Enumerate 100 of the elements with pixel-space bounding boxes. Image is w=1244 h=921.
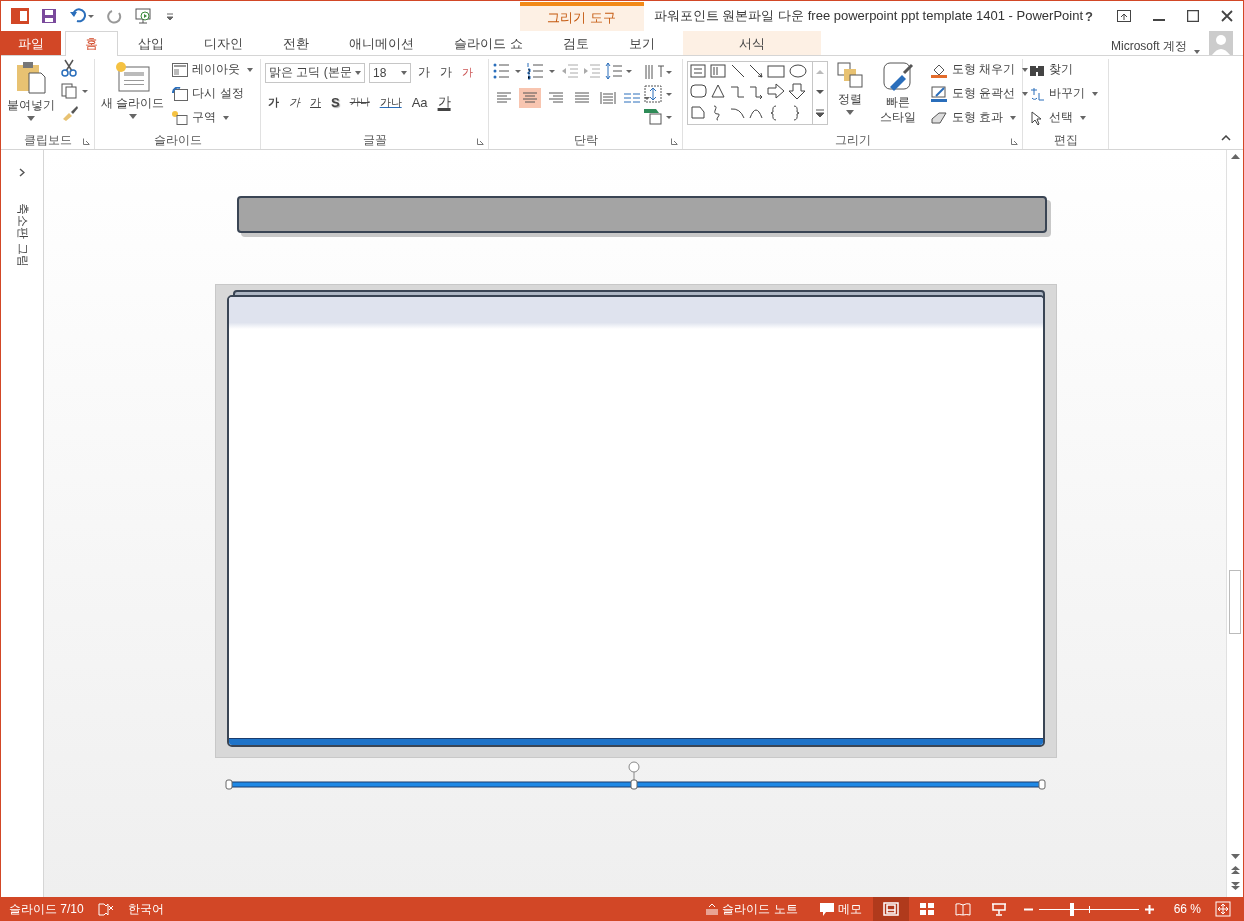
previous-slide-icon[interactable] [1230, 865, 1240, 875]
slideshow-icon[interactable] [135, 7, 153, 25]
clipboard-icon [14, 61, 48, 95]
close-icon[interactable] [1221, 10, 1233, 22]
expand-icon[interactable] [19, 168, 25, 177]
maximize-icon[interactable] [1187, 10, 1199, 22]
language-label[interactable]: 한국어 [127, 900, 164, 918]
new-slide-button[interactable]: 새 슬라이드 [99, 59, 167, 131]
ribbon-tab[interactable]: 슬라이드 쇼 [434, 31, 543, 55]
ribbon-tab[interactable]: 전환 [263, 31, 329, 55]
spell-check-icon[interactable] [97, 902, 114, 916]
layout-button[interactable]: 레이아웃 [170, 59, 256, 80]
smartart-icon[interactable] [644, 107, 674, 125]
section-button[interactable]: 구역 [170, 107, 232, 128]
arrange-icon [836, 61, 864, 89]
font-size-field[interactable]: 18 [369, 62, 411, 83]
launcher-icon[interactable] [671, 138, 678, 145]
customize-icon[interactable] [165, 11, 175, 21]
ribbon-tab[interactable]: 검토 [542, 31, 609, 55]
font-name-field[interactable]: 맑은 고딕 (본문 [265, 62, 365, 83]
ribbon-tab[interactable]: 보기 [608, 31, 675, 55]
numbering-icon[interactable] [527, 62, 557, 80]
scissors-icon[interactable] [61, 59, 77, 77]
align-text-icon[interactable] [644, 85, 674, 103]
launcher-icon[interactable] [477, 138, 484, 145]
show-view-icon [990, 902, 1007, 916]
clear-format-button[interactable]: 가 [459, 63, 476, 82]
ribbon-tab[interactable]: 애니메이션 [329, 31, 434, 55]
powerpoint-logo-icon[interactable] [11, 7, 29, 25]
launcher-icon[interactable] [1011, 138, 1018, 145]
next-slide-icon[interactable] [1230, 881, 1240, 891]
arrange-button[interactable]: 정렬 [832, 59, 868, 131]
group-label: 클립보드 [23, 131, 72, 149]
zoom-level[interactable]: 66 % [1173, 902, 1201, 916]
scrollbar-thumb[interactable] [1229, 570, 1241, 634]
reading-view-icon [954, 902, 971, 916]
italic-button[interactable]: 가 [286, 92, 303, 112]
ribbon-tab[interactable]: 홈 [65, 31, 118, 56]
fit-to-window-icon[interactable] [1215, 901, 1231, 917]
normal-view-icon [882, 902, 899, 916]
section-icon [172, 110, 189, 125]
scroll-down-icon[interactable] [1230, 853, 1240, 859]
slide-counter: 슬라이드 7/10 [9, 900, 84, 918]
brush-icon [882, 61, 914, 93]
color-button[interactable]: 가 [434, 91, 454, 113]
align-left-icon [496, 91, 512, 105]
ribbon-tab[interactable]: 삽입 [118, 31, 184, 55]
undo-icon[interactable] [69, 8, 95, 24]
normal-view-button[interactable] [872, 897, 909, 921]
caret-icon [27, 116, 35, 121]
shape-outline-button[interactable]: 도형 윤곽선 [928, 83, 1031, 104]
layout-icon [172, 62, 189, 77]
effects-icon [930, 109, 948, 126]
ribbon-display-icon[interactable] [1117, 10, 1131, 22]
copy-icon[interactable] [61, 83, 89, 99]
bold-button[interactable]: 가 [265, 92, 282, 112]
shadow-button[interactable]: S [328, 92, 343, 112]
selected-line-shape[interactable] [225, 760, 1049, 790]
notes-button[interactable]: 슬라이드 노트 [702, 900, 802, 918]
group-label: 그리기 [834, 131, 871, 149]
group-label: 단락 [573, 131, 598, 149]
shape-effects-button[interactable]: 도형 효과 [928, 107, 1019, 128]
scroll-up-icon[interactable] [1230, 154, 1240, 160]
columns-icon[interactable] [623, 91, 651, 105]
underline-button[interactable]: 가 [307, 92, 324, 112]
text-direction-icon[interactable] [644, 63, 674, 81]
ribbon-tab[interactable]: 서식 [682, 31, 821, 55]
paste-button[interactable]: 붙여넣기 [5, 59, 57, 131]
grow-font-button[interactable]: 가 [415, 62, 433, 83]
group-label: 글꼴 [362, 131, 387, 149]
ribbon-tab[interactable]: 파일 [1, 31, 61, 55]
group-label: 슬라이드 [153, 131, 202, 149]
bullets-icon[interactable] [493, 62, 523, 80]
ribbon-tab[interactable]: 디자인 [184, 31, 263, 55]
account-name[interactable]: Microsoft 계정 [1111, 38, 1187, 55]
scroll-down-icon[interactable] [816, 89, 824, 95]
reset-button[interactable]: 다시 설정 [170, 83, 246, 104]
redo-icon[interactable] [107, 8, 123, 24]
select-button[interactable]: 선택 [1027, 107, 1088, 128]
window-title: 파워포인트 원본파일 다운 free powerpoint ppt template 1401 - PowerPoint [653, 7, 1084, 25]
save-icon[interactable] [41, 8, 57, 24]
strike-button[interactable]: 가나 [346, 93, 373, 111]
zoom-slider-thumb[interactable] [1069, 902, 1074, 916]
align-right-icon [548, 91, 564, 105]
caret-icon [128, 114, 137, 119]
find-button[interactable]: 찾기 [1027, 59, 1075, 80]
shrink-font-button[interactable]: 가 [437, 62, 455, 83]
replace-icon [1029, 86, 1045, 101]
spacing-button[interactable]: 가나 [376, 92, 405, 112]
quick-styles-button[interactable]: 빠른 스타일 [872, 59, 924, 131]
paintbrush-icon[interactable] [61, 105, 79, 121]
case-button[interactable]: Aa [408, 92, 431, 112]
more-icon[interactable] [816, 109, 824, 117]
line-spacing-icon[interactable] [605, 62, 633, 80]
zoom-in-icon[interactable] [1144, 904, 1154, 914]
help-button[interactable]: ? [1083, 8, 1095, 24]
collapse-ribbon-icon[interactable] [1221, 135, 1231, 141]
comments-button[interactable]: 메모 [815, 900, 866, 918]
launcher-icon[interactable] [83, 138, 90, 145]
thumbnails-label[interactable]: 축소판 그림 [13, 203, 31, 267]
